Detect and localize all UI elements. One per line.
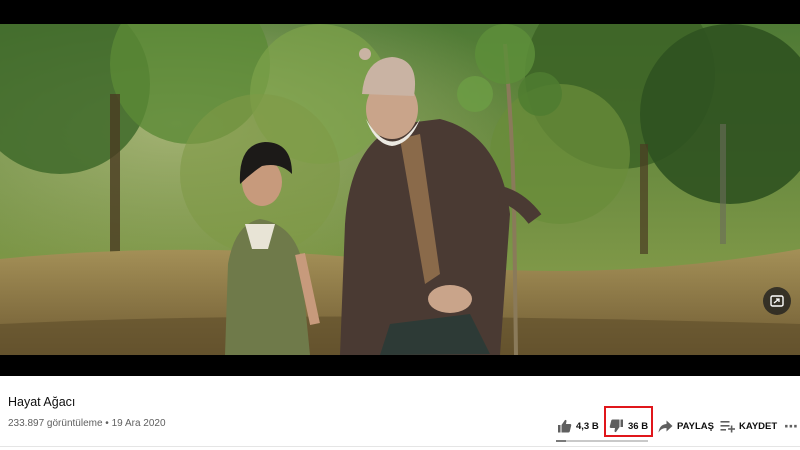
share-label: PAYLAŞ xyxy=(677,420,714,432)
letterbox-bottom xyxy=(0,355,800,376)
like-count: 4,3 B xyxy=(576,420,599,432)
video-watch-page: Hayat Ağacı 233.897 görüntüleme • 19 Ara… xyxy=(0,0,800,450)
playlist-add-icon xyxy=(720,420,735,432)
save-button[interactable]: KAYDET xyxy=(720,416,777,436)
video-info-panel: Hayat Ağacı 233.897 görüntüleme • 19 Ara… xyxy=(0,376,800,450)
miniplayer-icon xyxy=(770,295,784,307)
upload-date: 19 Ara 2020 xyxy=(111,418,166,429)
sentiment-bar xyxy=(556,440,648,442)
save-label: KAYDET xyxy=(739,420,778,432)
meta-separator: • xyxy=(102,418,112,429)
video-title: Hayat Ağacı xyxy=(8,395,76,409)
video-frame-scene xyxy=(0,24,800,355)
miniplayer-button[interactable] xyxy=(763,287,791,315)
view-count: 233.897 görüntüleme xyxy=(8,418,103,429)
video-meta: 233.897 görüntüleme • 19 Ara 2020 xyxy=(8,418,166,429)
share-button[interactable]: PAYLAŞ xyxy=(658,416,714,436)
thumbs-down-icon xyxy=(609,419,623,433)
share-arrow-icon xyxy=(658,420,673,432)
dislike-button[interactable]: 36 B xyxy=(609,416,648,436)
dislike-count: 36 B xyxy=(628,420,649,432)
more-horizontal-icon: ⋯ xyxy=(784,417,798,434)
section-divider xyxy=(0,446,800,447)
video-player[interactable] xyxy=(0,24,800,355)
like-button[interactable]: 4,3 B xyxy=(557,416,599,436)
thumbs-up-icon xyxy=(558,419,572,433)
letterbox-top xyxy=(0,0,800,24)
sentiment-bar-fill xyxy=(556,440,567,442)
more-actions-button[interactable]: ⋯ xyxy=(784,416,798,436)
